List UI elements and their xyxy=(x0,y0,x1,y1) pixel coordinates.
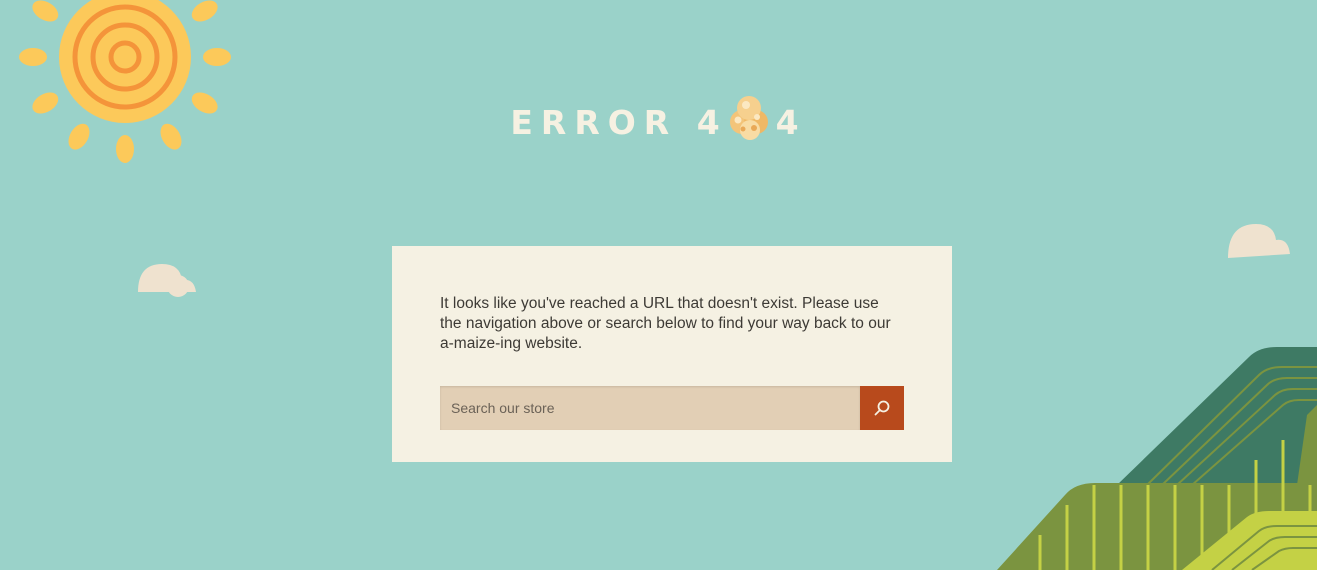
cloud-icon xyxy=(1228,224,1290,258)
search-button[interactable] xyxy=(860,386,904,430)
error-message: It looks like you've reached a URL that … xyxy=(440,295,891,352)
search-icon xyxy=(874,400,890,416)
error-title-suffix: 4 xyxy=(775,102,807,142)
error-title: ERROR 4 4 xyxy=(0,96,1317,148)
error-title-prefix: ERROR 4 xyxy=(510,102,728,142)
search-form xyxy=(440,386,904,430)
cloud-icon xyxy=(138,264,196,297)
cornfield-hills xyxy=(997,347,1317,570)
popcorn-icon xyxy=(724,92,776,144)
error-card: It looks like you've reached a URL that … xyxy=(392,246,952,462)
search-input[interactable] xyxy=(440,386,860,430)
